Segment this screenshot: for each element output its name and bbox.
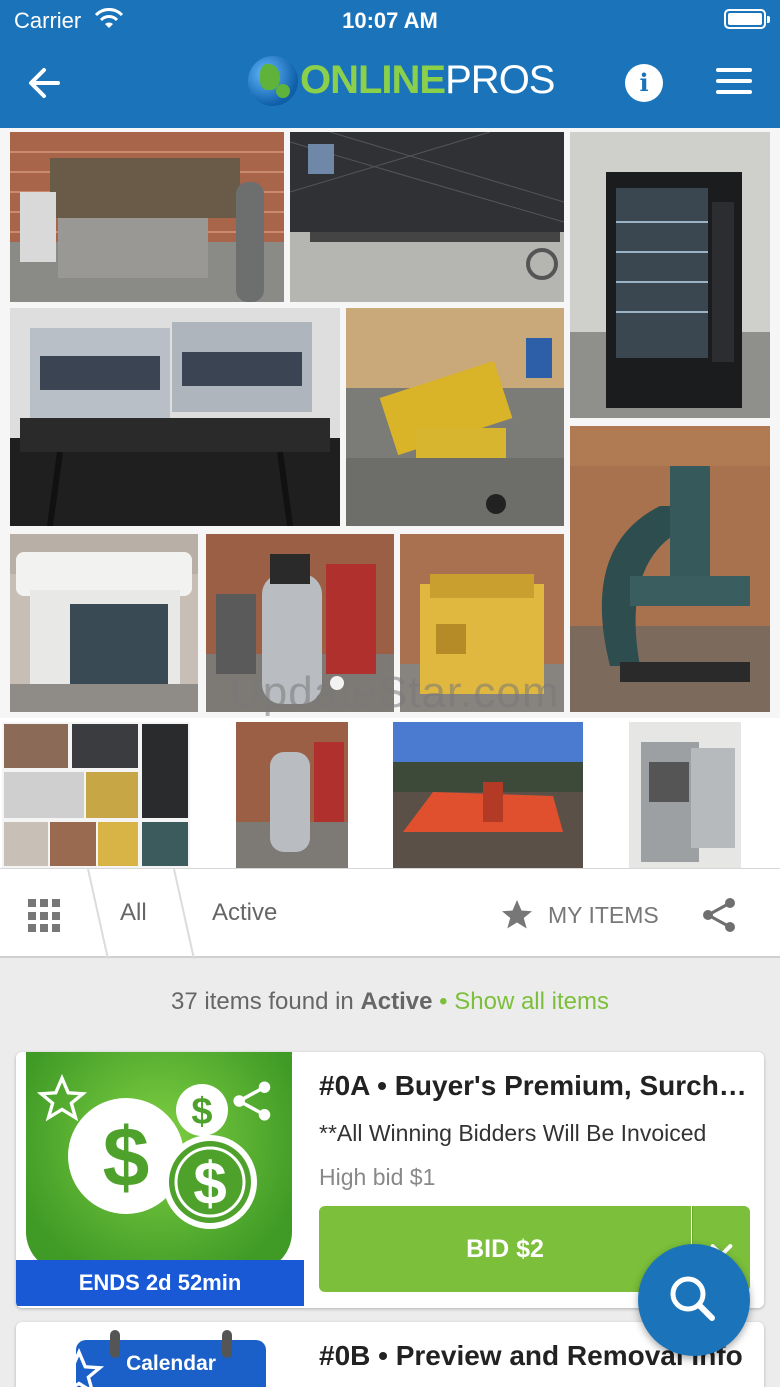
grid-view-icon[interactable] [28, 899, 62, 933]
thumbnail-collage[interactable] [2, 722, 190, 868]
battery-icon [724, 9, 770, 29]
hamburger-menu-icon[interactable] [716, 68, 752, 98]
wifi-icon [94, 8, 124, 28]
svg-text:$: $ [193, 1150, 226, 1217]
app-screen: { "status_bar": { "carrier": "Carrier", … [0, 0, 780, 1387]
filter-separator [173, 869, 195, 959]
ends-timer-badge: ENDS 2d 52min [16, 1260, 304, 1306]
thumbnail-sweeper[interactable] [393, 722, 583, 868]
my-items-label: MY ITEMS [548, 901, 659, 928]
show-all-items-link[interactable]: Show all items [454, 988, 609, 1015]
photo-tile-double-fryer [10, 308, 340, 526]
results-separator: • [439, 988, 448, 1015]
star-icon [502, 900, 532, 929]
info-button[interactable]: i [625, 64, 663, 102]
filter-bar: All Active MY ITEMS [0, 868, 780, 959]
card-share-icon[interactable] [230, 1078, 276, 1124]
photo-tile-fryer-machine [10, 132, 284, 302]
status-bar: Carrier 10:07 AM [0, 0, 780, 42]
carousel-indicator [330, 676, 344, 690]
app-header: Carrier 10:07 AM ONLINEPROS i [0, 0, 780, 128]
lot-image[interactable]: $ $ $ ENDS 2d 52min [16, 1052, 304, 1308]
filter-all-tab[interactable]: All [120, 899, 147, 927]
thumbnail-strip [0, 718, 780, 868]
filter-separator [87, 869, 109, 959]
bid-button[interactable]: BID $2 [319, 1206, 691, 1292]
photo-tile-vending-machine [570, 132, 770, 418]
logo-secondary: PROS [445, 58, 555, 102]
nav-bar: ONLINEPROS i [0, 42, 780, 128]
filter-active-tab[interactable]: Active [212, 899, 277, 927]
search-fab-icon[interactable] [638, 1244, 750, 1356]
svg-text:$: $ [191, 1091, 212, 1133]
app-logo: ONLINEPROS [248, 52, 555, 112]
lot-title[interactable]: #0A • Buyer's Premium, Surcharge [319, 1070, 751, 1102]
hero-image-collage[interactable]: UpdateStar.com [0, 128, 780, 718]
lot-image[interactable]: Calendar [16, 1322, 304, 1387]
photo-tile-band-saw [346, 308, 564, 526]
globe-icon [248, 56, 298, 106]
logo-primary: ONLINE [300, 58, 446, 102]
high-bid-text: High bid $1 [319, 1164, 436, 1190]
share-icon[interactable] [700, 895, 740, 935]
favorite-star-icon[interactable] [36, 1074, 88, 1124]
my-items-button[interactable]: MY ITEMS [498, 897, 659, 933]
results-status: Active [360, 988, 433, 1015]
results-count: 37 items found in [171, 988, 354, 1015]
results-summary: 37 items found in Active • Show all item… [0, 988, 780, 1016]
photo-tile-fence-pipes [290, 132, 564, 302]
thumbnail-compressor[interactable] [236, 722, 348, 868]
photo-tile-drill-press [570, 426, 770, 712]
svg-text:$: $ [103, 1110, 150, 1204]
lot-description: **All Winning Bidders Will Be Invoiced [319, 1120, 707, 1146]
carrier-label: Carrier [14, 8, 82, 33]
favorite-star-icon[interactable] [54, 1348, 104, 1387]
watermark-text: UpdateStar.com [230, 668, 560, 717]
thumbnail-oven[interactable] [629, 722, 741, 868]
back-arrow-icon[interactable] [22, 60, 72, 106]
photo-tile-ac-unit [10, 534, 198, 712]
calendar-label: Calendar [126, 1352, 216, 1375]
